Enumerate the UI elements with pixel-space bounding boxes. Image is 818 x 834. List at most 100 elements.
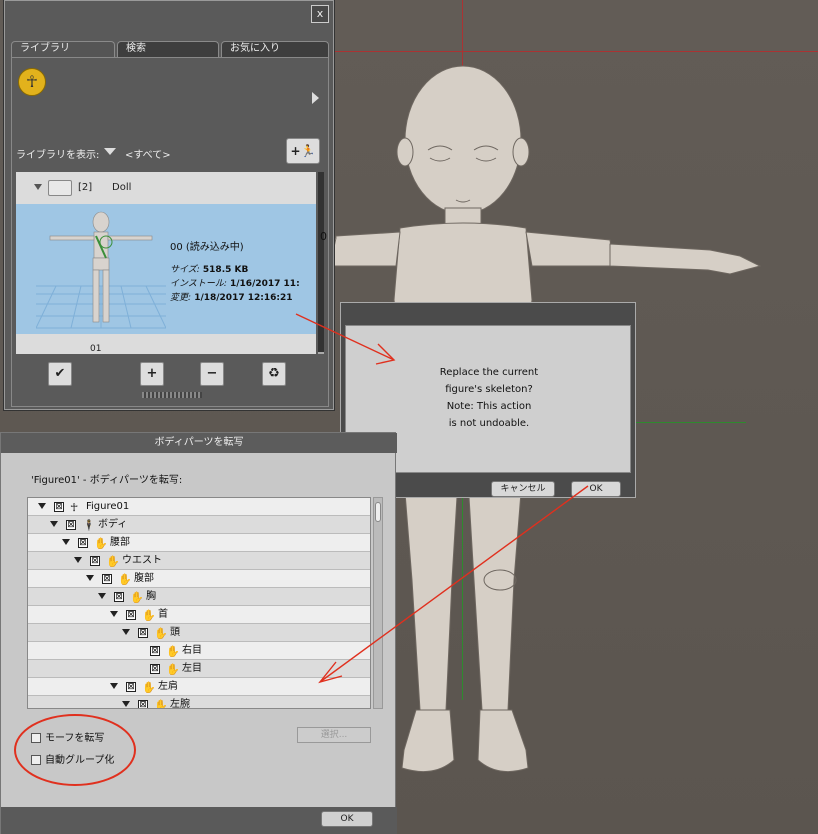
tree-checkbox[interactable]: ⊠ [78, 538, 88, 548]
tree-row[interactable]: ⊠ 🕴 ボディ [28, 516, 370, 534]
tree-row[interactable]: ⊠ ✋ ウエスト [28, 552, 370, 570]
show-library-value[interactable]: <すべて> [125, 146, 171, 161]
apply-button[interactable]: ✔ [48, 362, 72, 386]
install-label: インストール: [170, 279, 227, 289]
resize-grip[interactable] [142, 392, 202, 398]
chevron-down-icon[interactable] [104, 148, 116, 155]
hand-icon: ✋ [118, 573, 132, 586]
tree-label: 左腕 [170, 699, 190, 709]
add-label: + [290, 144, 301, 158]
tree-row[interactable]: ⊠ ✋ 右目 [28, 642, 370, 660]
expand-icon[interactable] [110, 611, 118, 617]
tree-checkbox[interactable]: ⊠ [126, 610, 136, 620]
tree-label: 頭 [170, 627, 180, 638]
tab-favorites[interactable]: お気に入り [221, 41, 329, 57]
expand-icon[interactable] [110, 683, 118, 689]
tree-checkbox[interactable]: ⊠ [114, 592, 124, 602]
size-label: サイズ: [170, 265, 200, 275]
cancel-button[interactable]: キャンセル [491, 481, 555, 497]
tree-row[interactable]: ⊠ ✋ 左目 [28, 660, 370, 678]
hand-icon: ✋ [154, 627, 168, 640]
library-scrollbar[interactable] [318, 172, 324, 354]
ok-button[interactable]: OK [571, 481, 621, 497]
body-part-tree[interactable]: ⊠ ☥ Figure01 ⊠ 🕴 ボディ ⊠ ✋ 腰部 ⊠ ✋ ウエスト ⊠ ✋ 腹部 ⊠ ✋ 胸 ⊠ ✋ 首 ⊠ ✋ 頭 ⊠ ✋… [27, 497, 371, 709]
show-library-label: ライブラリを表示: [16, 150, 100, 161]
message-line: Replace the current [439, 367, 539, 378]
library-panel: x ライブラリ 検索 お気に入り ☥ ライブラリを表示: <すべて> +🏃 [2… [4, 0, 334, 410]
item-title: 00 (読み込み中) [170, 242, 244, 253]
tree-row[interactable]: ⊠ ✋ 左肩 [28, 678, 370, 696]
ok-button[interactable]: OK [321, 811, 373, 827]
expand-icon[interactable] [38, 503, 46, 509]
figure-icon: ☥ [70, 501, 79, 514]
tree-checkbox[interactable]: ⊠ [138, 700, 148, 708]
tree-label: ボディ [98, 519, 128, 530]
tree-label: Figure01 [86, 501, 130, 512]
tree-label: 首 [158, 609, 168, 620]
tree-row[interactable]: ⊠ ✋ 首 [28, 606, 370, 624]
message-line: Note: This action [446, 401, 532, 412]
panel-title: ボディパーツを転写 [1, 433, 397, 453]
expand-icon[interactable] [98, 593, 106, 599]
hand-icon: ✋ [142, 609, 156, 622]
remove-button[interactable]: − [200, 362, 224, 386]
message-line: figure's skeleton? [445, 384, 533, 395]
tree-scrollbar[interactable] [373, 497, 383, 709]
horizontal-guide-red [334, 51, 818, 52]
figure-run-icon: 🏃 [300, 144, 316, 158]
recycle-button[interactable]: ♻ [262, 362, 286, 386]
annotation-circle [14, 714, 136, 786]
tree-label: 腰部 [110, 537, 130, 548]
library-tabs: ライブラリ 検索 お気に入り [11, 41, 329, 57]
tab-search[interactable]: 検索 [117, 41, 219, 57]
tree-checkbox[interactable]: ⊠ [150, 664, 160, 674]
tree-checkbox[interactable]: ⊠ [54, 502, 64, 512]
body-icon: 🕴 [82, 519, 96, 532]
scroll-thumb[interactable] [375, 502, 381, 522]
item-installed: インストール: 1/16/2017 11: [170, 276, 300, 289]
hand-icon: ✋ [130, 591, 144, 604]
tree-row[interactable]: ⊠ ✋ 左腕 [28, 696, 370, 709]
install-value: 1/16/2017 11: [230, 279, 300, 289]
tab-library[interactable]: ライブラリ [11, 41, 115, 57]
expand-icon[interactable] [34, 184, 42, 190]
tree-row[interactable]: ⊠ ✋ 腰部 [28, 534, 370, 552]
tree-row[interactable]: ⊠ ✋ 頭 [28, 624, 370, 642]
library-list[interactable]: [2] Doll 00 (読み込み中) サイズ: 518.5 KB インストール… [16, 172, 316, 354]
add-to-library-button[interactable]: +🏃 [286, 138, 320, 164]
tree-checkbox[interactable]: ⊠ [126, 682, 136, 692]
tree-row[interactable]: ⊠ ✋ 腹部 [28, 570, 370, 588]
chevron-right-icon[interactable] [312, 92, 319, 104]
expand-icon[interactable] [122, 701, 130, 707]
figure-category-icon[interactable]: ☥ [18, 68, 46, 96]
tree-checkbox[interactable]: ⊠ [138, 628, 148, 638]
folder-name: Doll [112, 182, 132, 193]
add-folder-button[interactable]: + [140, 362, 164, 386]
tree-label: 左目 [182, 663, 202, 674]
list-item[interactable]: 01 [90, 344, 101, 354]
panel-subtitle: 'Figure01' - ボディパーツを転写: [31, 475, 183, 486]
item-modified: 変更: 1/18/2017 12:16:21 [170, 290, 293, 303]
expand-icon[interactable] [86, 575, 94, 581]
figure-thumbnail [36, 211, 166, 329]
expand-icon[interactable] [50, 521, 58, 527]
select-button[interactable]: 選択... [297, 727, 371, 743]
item-size: サイズ: 518.5 KB [170, 262, 248, 275]
tree-checkbox[interactable]: ⊠ [66, 520, 76, 530]
expand-icon[interactable] [62, 539, 70, 545]
expand-icon[interactable] [122, 629, 130, 635]
hand-icon: ✋ [166, 663, 180, 676]
tree-row[interactable]: ⊠ ☥ Figure01 [28, 498, 370, 516]
tree-checkbox[interactable]: ⊠ [150, 646, 160, 656]
list-item-selected[interactable]: 00 (読み込み中) サイズ: 518.5 KB インストール: 1/16/20… [16, 204, 316, 334]
folder-icon [48, 180, 72, 196]
hand-icon: ✋ [154, 699, 168, 709]
close-button[interactable]: x [311, 5, 329, 23]
tree-checkbox[interactable]: ⊠ [102, 574, 112, 584]
hand-icon: ✋ [106, 555, 120, 568]
tree-checkbox[interactable]: ⊠ [90, 556, 100, 566]
folder-row[interactable]: [2] Doll [16, 172, 316, 204]
tree-row[interactable]: ⊠ ✋ 胸 [28, 588, 370, 606]
scroll-thumb[interactable] [318, 172, 324, 352]
expand-icon[interactable] [74, 557, 82, 563]
